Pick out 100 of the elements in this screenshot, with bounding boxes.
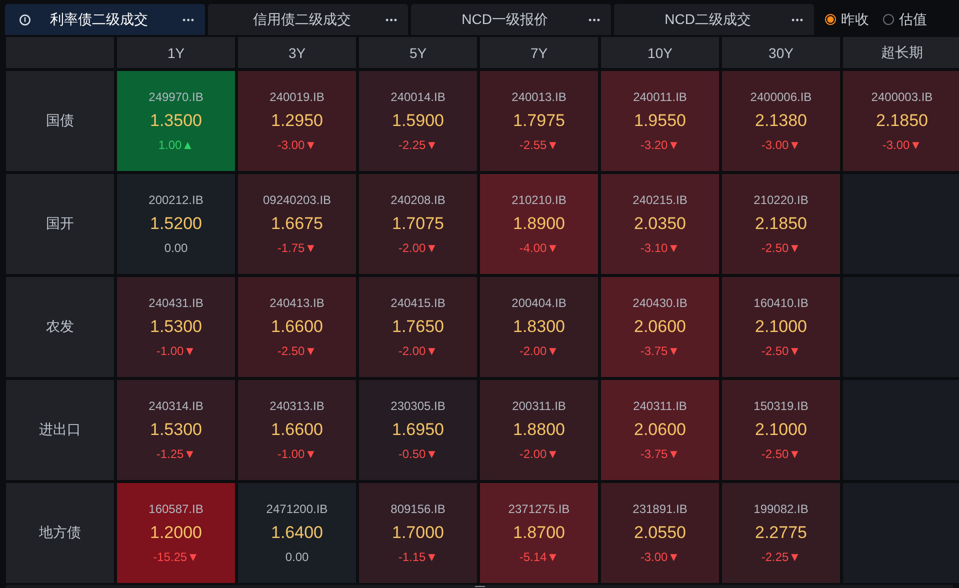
radio-option[interactable]: 估值 xyxy=(883,10,927,28)
radio-label[interactable]: 昨收 xyxy=(841,10,869,28)
more-button[interactable]: ••• xyxy=(792,14,804,24)
column-header: 超长期 xyxy=(843,37,959,68)
change-value: -2.50▼ xyxy=(761,344,801,358)
bond-code: 240014.IB xyxy=(390,90,446,104)
bond-code: 249970.IB xyxy=(148,90,204,104)
bond-code: 240413.IB xyxy=(270,296,324,310)
yield-value: 2.1850 xyxy=(755,214,807,234)
yield-value: 1.8300 xyxy=(513,317,565,337)
quote-cell[interactable]: 249970.IB 1.3500 1.00▲ xyxy=(117,71,235,171)
change-value: -15.25▼ xyxy=(153,550,199,564)
yield-value: 1.2950 xyxy=(271,111,323,131)
yield-value: 1.7975 xyxy=(513,111,565,131)
bond-code: 2400003.IB xyxy=(871,90,933,104)
row-header: 进出口 xyxy=(6,380,114,480)
quote-cell[interactable]: 809156.IB 1.7000 -1.15▼ xyxy=(359,483,477,583)
yield-value: 2.1850 xyxy=(876,111,928,131)
quote-cell[interactable]: 199082.IB 2.2775 -2.25▼ xyxy=(722,483,840,583)
bond-code: 240215.IB xyxy=(632,193,688,207)
row-header: 农发 xyxy=(6,277,114,377)
yield-value: 2.0350 xyxy=(634,214,686,234)
more-button[interactable]: ••• xyxy=(386,14,398,24)
quote-cell[interactable]: 240019.IB 1.2950 -3.00▼ xyxy=(238,71,356,171)
radio-option[interactable]: 昨收 xyxy=(825,10,869,28)
quote-cell[interactable]: 240431.IB 1.5300 -1.00▼ xyxy=(117,277,235,377)
yield-value: 1.6600 xyxy=(271,420,323,440)
change-value: -3.10▼ xyxy=(640,241,680,255)
quote-cell[interactable]: 160587.IB 1.2000 -15.25▼ xyxy=(117,483,235,583)
radio-icon[interactable] xyxy=(883,14,894,25)
quote-cell[interactable]: 240314.IB 1.5300 -1.25▼ xyxy=(117,380,235,480)
quote-cell[interactable]: 200311.IB 1.8800 -2.00▼ xyxy=(480,380,598,480)
quote-cell[interactable]: 09240203.IB 1.6675 -1.75▼ xyxy=(238,174,356,274)
change-value: -2.55▼ xyxy=(519,138,559,152)
change-value: -1.15▼ xyxy=(398,550,438,564)
quote-cell[interactable]: 240215.IB 2.0350 -3.10▼ xyxy=(601,174,719,274)
column-header: 7Y xyxy=(480,37,598,68)
quote-cell[interactable]: 240011.IB 1.9550 -3.20▼ xyxy=(601,71,719,171)
bond-code: 210220.IB xyxy=(754,193,808,207)
quote-cell[interactable]: 160410.IB 2.1000 -2.50▼ xyxy=(722,277,840,377)
quote-cell[interactable]: 2371275.IB 1.8700 -5.14▼ xyxy=(480,483,598,583)
change-value: -3.20▼ xyxy=(640,138,680,152)
quote-cell[interactable]: 240430.IB 2.0600 -3.75▼ xyxy=(601,277,719,377)
quote-cell[interactable]: 240208.IB 1.7075 -2.00▼ xyxy=(359,174,477,274)
bond-code: 240208.IB xyxy=(390,193,446,207)
quote-cell[interactable]: 231891.IB 2.0550 -3.00▼ xyxy=(601,483,719,583)
quote-cell[interactable]: 240311.IB 2.0600 -3.75▼ xyxy=(601,380,719,480)
tab[interactable]: NCD二级成交 ••• xyxy=(614,4,814,35)
yield-value: 1.8700 xyxy=(513,523,565,543)
quote-cell[interactable]: 240014.IB 1.5900 -2.25▼ xyxy=(359,71,477,171)
quote-cell[interactable]: 210220.IB 2.1850 -2.50▼ xyxy=(722,174,840,274)
column-header: 3Y xyxy=(238,37,356,68)
bond-code: 240431.IB xyxy=(148,296,204,310)
bond-code: 240011.IB xyxy=(633,90,687,104)
tab-label[interactable]: 信用债二级成交 xyxy=(218,10,386,28)
quote-cell[interactable]: 240413.IB 1.6600 -2.50▼ xyxy=(238,277,356,377)
radio-label[interactable]: 估值 xyxy=(899,10,927,28)
change-value: -3.75▼ xyxy=(640,344,680,358)
bond-code: 09240203.IB xyxy=(262,193,332,207)
quote-cell[interactable]: 2400003.IB 2.1850 -3.00▼ xyxy=(843,71,959,171)
tab-label[interactable]: NCD二级成交 xyxy=(624,10,792,28)
quote-cell[interactable]: 200404.IB 1.8300 -2.00▼ xyxy=(480,277,598,377)
bond-code: 2371275.IB xyxy=(508,502,570,516)
change-value: -1.00▼ xyxy=(277,447,317,461)
tab[interactable]: 信用债二级成交 ••• xyxy=(208,4,408,35)
bond-code: 230305.IB xyxy=(390,399,446,413)
yield-value: 1.5300 xyxy=(150,420,202,440)
change-value: -4.00▼ xyxy=(519,241,559,255)
tab[interactable]: 利率债二级成交 ••• xyxy=(5,4,205,35)
change-value: 0.00 xyxy=(285,550,309,564)
change-value: -3.00▼ xyxy=(761,138,801,152)
radio-icon[interactable] xyxy=(825,14,836,25)
yield-value: 1.7075 xyxy=(392,214,444,234)
tab-label[interactable]: 利率债二级成交 xyxy=(15,10,183,28)
tab[interactable]: NCD一级报价 ••• xyxy=(411,4,611,35)
quote-cell[interactable]: 2400006.IB 2.1380 -3.00▼ xyxy=(722,71,840,171)
yield-value: 1.9550 xyxy=(634,111,686,131)
quote-cell[interactable]: 240313.IB 1.6600 -1.00▼ xyxy=(238,380,356,480)
change-value: -3.00▼ xyxy=(640,550,680,564)
quote-cell[interactable]: 2471200.IB 1.6400 0.00 xyxy=(238,483,356,583)
change-value: -5.14▼ xyxy=(519,550,559,564)
yield-value: 1.7650 xyxy=(392,317,444,337)
quote-cell[interactable]: 240013.IB 1.7975 -2.55▼ xyxy=(480,71,598,171)
yield-value: 1.6400 xyxy=(271,523,323,543)
yield-value: 1.6600 xyxy=(271,317,323,337)
quote-cell[interactable]: 200212.IB 1.5200 0.00 xyxy=(117,174,235,274)
quote-cell[interactable]: 240415.IB 1.7650 -2.00▼ xyxy=(359,277,477,377)
change-value: -0.50▼ xyxy=(398,447,438,461)
quote-cell[interactable]: 150319.IB 2.1000 -2.50▼ xyxy=(722,380,840,480)
quote-cell[interactable]: 230305.IB 1.6950 -0.50▼ xyxy=(359,380,477,480)
yield-value: 2.0600 xyxy=(634,317,686,337)
tab-label[interactable]: NCD一级报价 xyxy=(421,10,589,28)
change-value: -2.50▼ xyxy=(761,241,801,255)
more-button[interactable]: ••• xyxy=(588,14,601,24)
change-value: -3.75▼ xyxy=(640,447,680,461)
bond-code: 240019.IB xyxy=(270,90,324,104)
change-value: -2.00▼ xyxy=(519,344,559,358)
change-value: -1.25▼ xyxy=(156,447,196,461)
quote-cell[interactable]: 210210.IB 1.8900 -4.00▼ xyxy=(480,174,598,274)
more-button[interactable]: ••• xyxy=(182,14,195,24)
